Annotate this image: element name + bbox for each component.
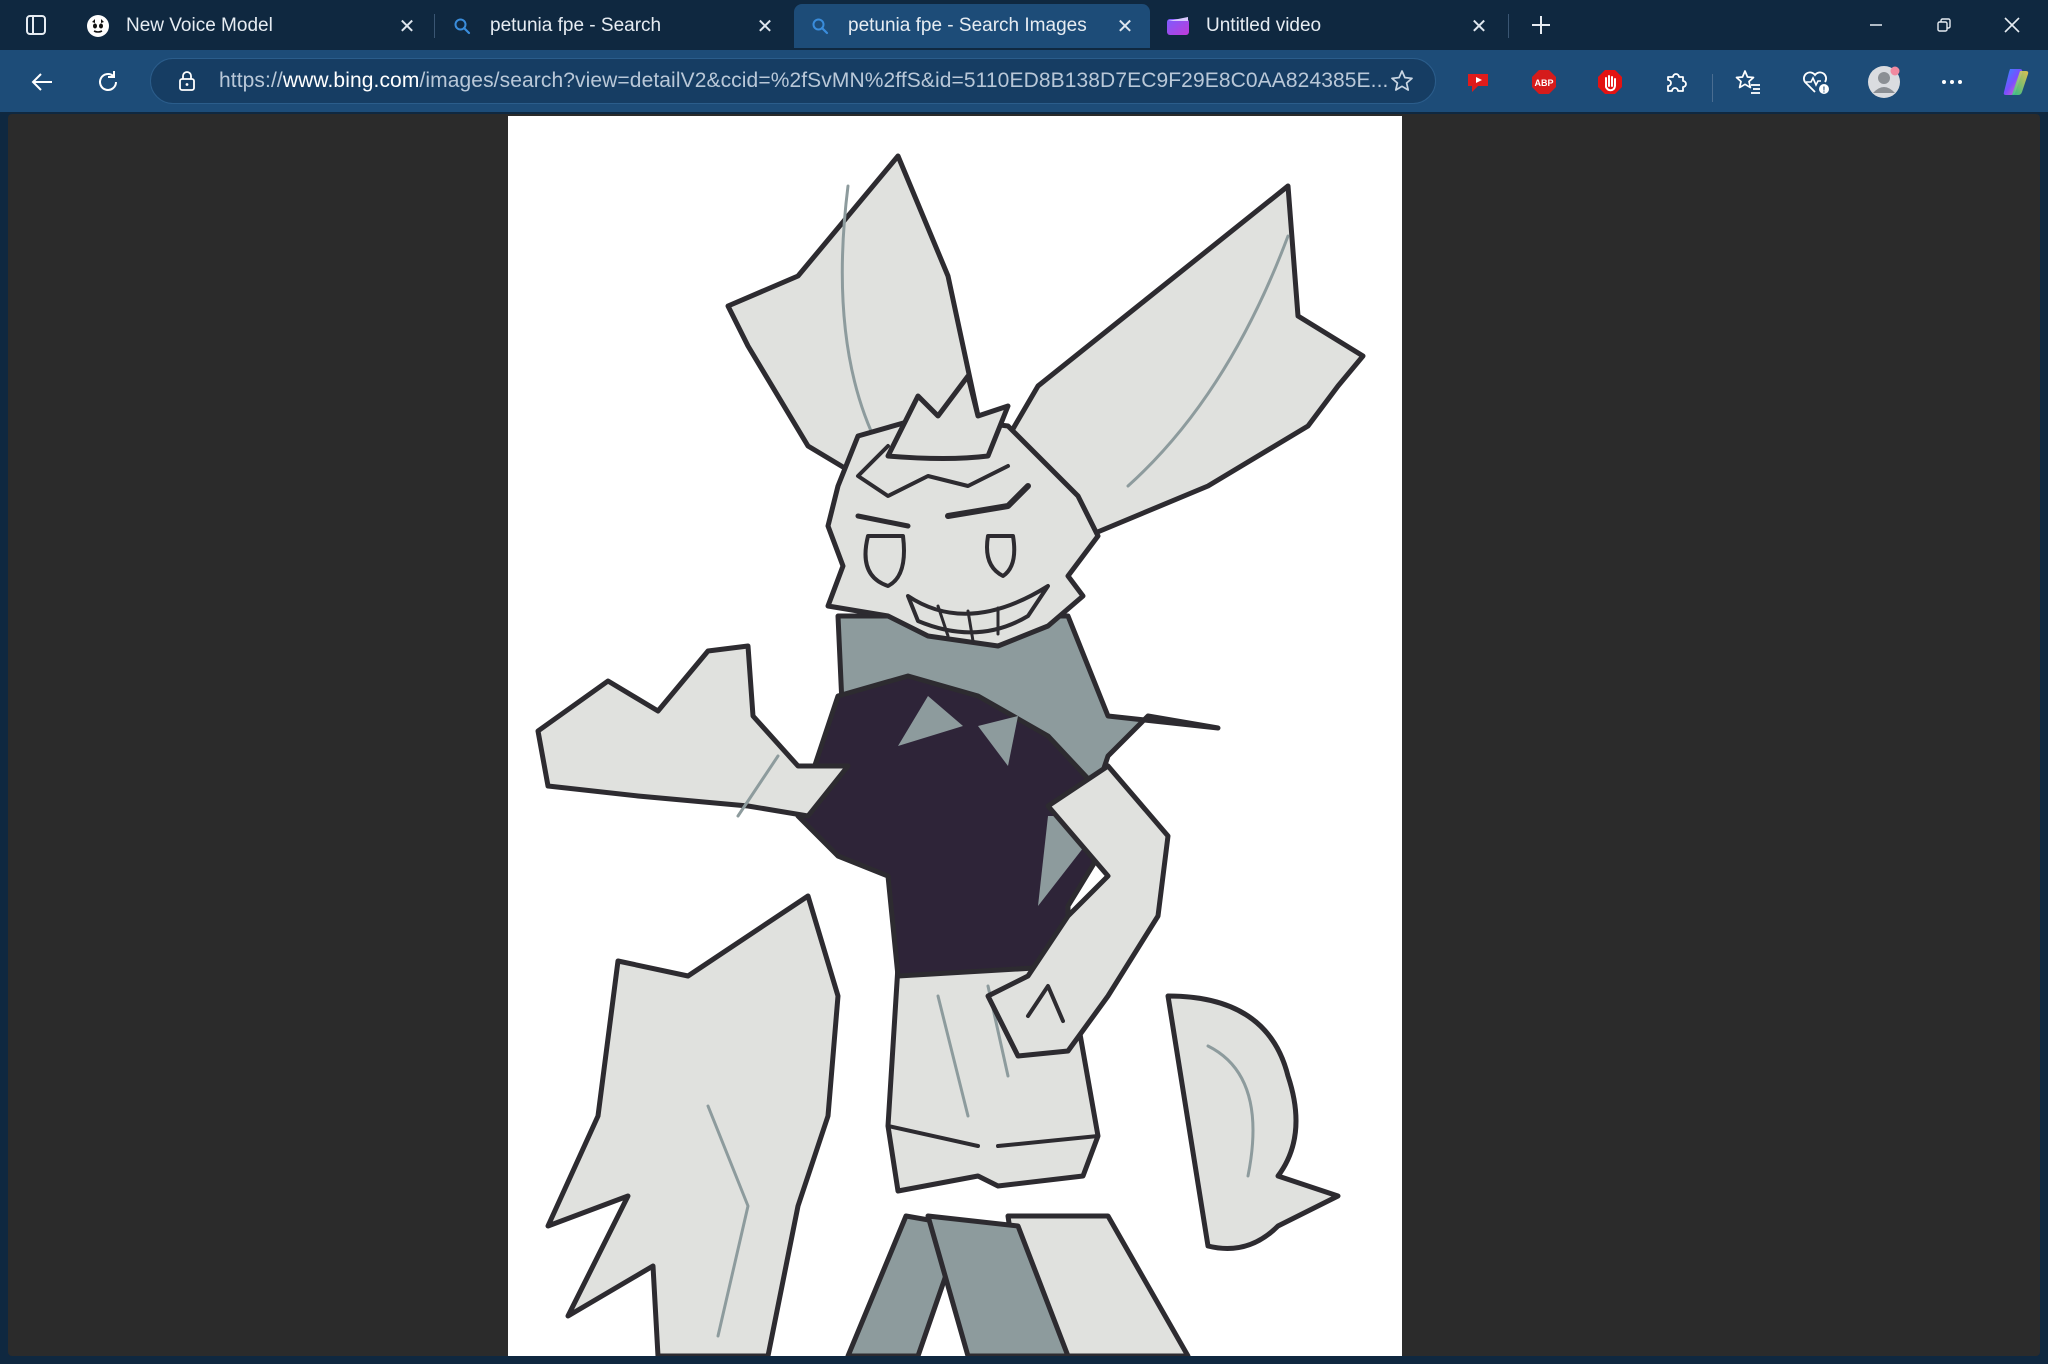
copilot-icon (2003, 69, 2029, 95)
tab-title: petunia fpe - Search (490, 15, 662, 36)
close-tab-icon[interactable]: ✕ (754, 15, 776, 38)
minimize-button[interactable] (1842, 0, 1910, 50)
plus-icon (1532, 16, 1550, 34)
browser-window: New Voice Model ✕ petunia fpe - Search ✕… (0, 0, 2048, 1364)
browser-essentials-button[interactable]: ! (1796, 62, 1836, 102)
tab-petunia-search[interactable]: petunia fpe - Search ✕ (436, 4, 790, 48)
youtube-extension-icon (1468, 74, 1488, 92)
tab-title: New Voice Model (126, 15, 273, 36)
restore-button[interactable] (1910, 0, 1978, 50)
page-content (8, 114, 2040, 1356)
hand-stop-extension-icon (1598, 70, 1622, 94)
adblock-plus-icon: ABP (1532, 70, 1556, 94)
robot-mask-icon (86, 14, 110, 38)
favorites-list-icon (1735, 70, 1760, 94)
refresh-icon (99, 71, 117, 91)
close-icon (2004, 17, 2020, 33)
adblock-plus-button[interactable]: ABP (1524, 62, 1564, 102)
tab-actions-icon (26, 15, 46, 35)
tab-actions-button[interactable] (14, 8, 58, 42)
tab-title: Untitled video (1206, 15, 1322, 36)
address-bar[interactable]: https://www.bing.com/images/search?view=… (150, 58, 1436, 104)
tab-new-voice-model[interactable]: New Voice Model ✕ (72, 4, 432, 48)
tab-separator (1508, 14, 1509, 38)
avatar (1868, 66, 1900, 98)
minimize-icon (1870, 24, 1882, 26)
favorites-button[interactable] (1728, 62, 1768, 102)
youtube-extension-button[interactable] (1458, 62, 1498, 102)
heart-pulse-icon: ! (1803, 71, 1829, 95)
tab-bar: New Voice Model ✕ petunia fpe - Search ✕… (0, 0, 2048, 50)
svg-text:!: ! (1823, 86, 1826, 95)
svg-text:ABP: ABP (1534, 78, 1553, 88)
close-tab-icon[interactable]: ✕ (396, 15, 418, 38)
new-tab-button[interactable] (1524, 8, 1558, 42)
back-button[interactable] (22, 62, 62, 102)
url-host: www.bing.com (282, 69, 420, 92)
toolbar-divider (1712, 74, 1713, 102)
favorite-star-icon[interactable] (1387, 66, 1417, 96)
more-dots-icon (1942, 80, 1962, 84)
tab-separator (434, 14, 435, 38)
restore-icon (1937, 18, 1951, 32)
detail-image[interactable] (508, 116, 1402, 1356)
search-icon (808, 14, 832, 38)
url-path: /images/search?view=detailV2&ccid=%2fSvM… (419, 69, 1387, 92)
extensions-puzzle-icon (1667, 73, 1687, 92)
refresh-button[interactable] (88, 62, 128, 102)
tab-title: petunia fpe - Search Images (848, 15, 1087, 36)
close-tab-icon[interactable]: ✕ (1468, 15, 1490, 38)
url-text[interactable]: https://www.bing.com/images/search?view=… (219, 69, 1387, 93)
url-scheme: https:// (219, 69, 283, 92)
close-window-button[interactable] (1978, 0, 2046, 50)
video-editor-icon (1166, 14, 1190, 38)
hand-stop-extension-button[interactable] (1590, 62, 1630, 102)
profile-button[interactable] (1864, 62, 1904, 102)
close-tab-icon[interactable]: ✕ (1114, 15, 1136, 38)
extensions-button[interactable] (1656, 62, 1696, 102)
navigation-toolbar: https://www.bing.com/images/search?view=… (0, 50, 2048, 112)
back-arrow-icon (31, 73, 52, 91)
copilot-button[interactable] (1996, 62, 2036, 102)
cartoon-character-artwork (535, 153, 1366, 1356)
lock-icon[interactable] (175, 69, 199, 93)
tab-petunia-search-images[interactable]: petunia fpe - Search Images ✕ (794, 4, 1150, 48)
search-icon (450, 14, 474, 38)
settings-more-button[interactable] (1932, 62, 1972, 102)
tab-untitled-video[interactable]: Untitled video ✕ (1152, 4, 1504, 48)
